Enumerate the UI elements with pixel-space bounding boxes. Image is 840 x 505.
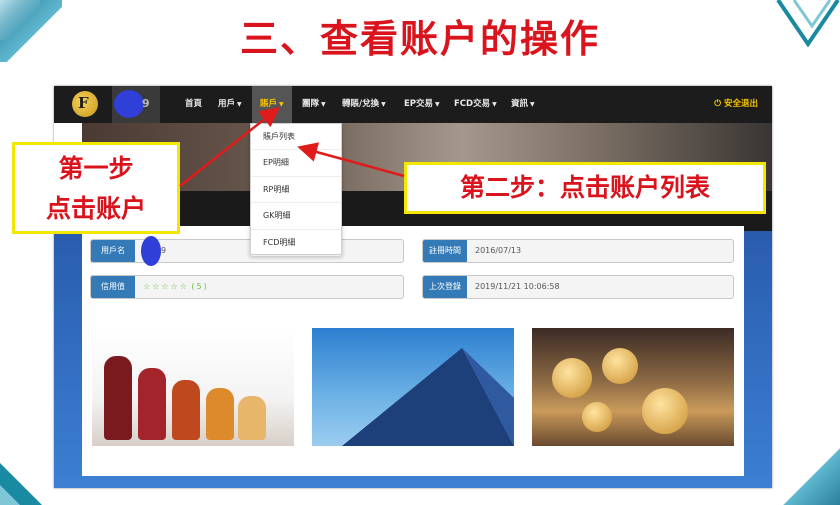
last-login-label: 上次登錄 xyxy=(423,276,467,298)
credit-label: 信用值 xyxy=(91,276,135,298)
pawn-figure xyxy=(206,388,234,440)
nav-label: EP交易 xyxy=(404,99,434,109)
logout-label: 安全退出 xyxy=(723,99,758,109)
nav-label: 賬戶 xyxy=(260,99,278,109)
credit-stars: ☆☆☆☆☆ xyxy=(143,282,189,291)
logo-mark: F xyxy=(78,94,89,112)
caret-down-icon: ▼ xyxy=(321,101,326,108)
redacted-username-mark xyxy=(141,236,161,266)
pawns-photo xyxy=(92,328,294,446)
coins-photo xyxy=(532,328,734,446)
step1-line2: 点击账户 xyxy=(45,194,146,223)
credit-value: ☆☆☆☆☆ (5) xyxy=(143,276,209,298)
register-time-value: 2016/07/13 xyxy=(475,246,522,255)
menu-item-rp-detail[interactable]: RP明細 xyxy=(251,177,341,204)
nav-user[interactable]: 用戶 ▼ xyxy=(218,86,242,123)
nav-label: FCD交易 xyxy=(454,99,491,109)
pawn-figure xyxy=(172,380,200,440)
coin-stack xyxy=(552,358,592,398)
nav-label: 資訊 xyxy=(511,99,529,109)
caret-down-icon: ▼ xyxy=(279,101,284,108)
nav-label: 用戶 xyxy=(218,99,236,109)
caret-down-icon: ▼ xyxy=(530,101,535,108)
menu-item-ep-detail[interactable]: EP明細 xyxy=(251,150,341,177)
credit-field: 信用值 ☆☆☆☆☆ (5) xyxy=(90,275,404,299)
register-time-label: 註冊時間 xyxy=(423,240,467,262)
username-label: 用戶名 xyxy=(91,240,135,262)
nav-account[interactable]: 賬戶 ▼ xyxy=(252,86,292,123)
caret-down-icon: ▼ xyxy=(435,101,440,108)
username-field: 用戶名 9 xyxy=(90,236,404,266)
caret-down-icon: ▼ xyxy=(237,101,242,108)
account-dropdown-menu: 賬戶列表 EP明細 RP明細 GK明細 FCD明細 xyxy=(250,123,342,256)
last-login-value: 2019/11/21 10:06:58 xyxy=(475,282,560,291)
last-login-field: 上次登錄 2019/11/21 10:06:58 xyxy=(422,275,734,299)
nav-fcd-trade[interactable]: FCD交易 ▼ xyxy=(454,86,497,123)
building-photo xyxy=(312,328,514,446)
nav-home[interactable]: 首頁 xyxy=(185,86,202,123)
site-logo[interactable]: F xyxy=(70,90,110,118)
step1-line1: 第一步 xyxy=(58,154,134,183)
nav-label: 團隊 xyxy=(302,99,320,109)
user-id-suffix: 9 xyxy=(142,97,150,110)
logout-link[interactable]: ⏻ 安全退出 xyxy=(714,86,758,123)
pawn-figure xyxy=(238,396,266,440)
pawn-figure xyxy=(104,356,132,440)
nav-ep-trade[interactable]: EP交易 ▼ xyxy=(404,86,440,123)
menu-item-account-list[interactable]: 賬戶列表 xyxy=(251,124,341,151)
nav-label: 首頁 xyxy=(185,99,203,109)
menu-item-gk-detail[interactable]: GK明細 xyxy=(251,203,341,230)
top-navbar: F 9 首頁 用戶 ▼ 賬戶 ▼ 團隊 ▼ 轉賬/兌換 ▼ EP交易 ▼ FCD交易 ▼ 資… xyxy=(54,86,772,123)
pawn-figure xyxy=(138,368,166,440)
coin-stack xyxy=(602,348,638,384)
credit-score: (5) xyxy=(191,282,209,291)
redacted-username-mark xyxy=(114,90,144,118)
caret-down-icon: ▼ xyxy=(492,101,497,108)
nav-news[interactable]: 資訊 ▼ xyxy=(511,86,535,123)
coin-stack xyxy=(642,388,688,434)
corner-decoration-bottom-right xyxy=(760,445,840,505)
menu-item-fcd-detail[interactable]: FCD明細 xyxy=(251,230,341,256)
nav-label: 轉賬/兌換 xyxy=(342,99,380,109)
step2-callout: 第二步：点击账户列表 xyxy=(404,162,766,214)
register-time-field: 註冊時間 2016/07/13 xyxy=(422,239,734,263)
slide-title: 三、查看账户的操作 xyxy=(239,16,600,61)
caret-down-icon: ▼ xyxy=(381,101,386,108)
glass-building-shape xyxy=(342,348,514,446)
step1-callout: 第一步 点击账户 xyxy=(12,142,180,234)
nav-transfer[interactable]: 轉賬/兌換 ▼ xyxy=(342,86,386,123)
nav-team[interactable]: 團隊 ▼ xyxy=(302,86,326,123)
username-value: 9 xyxy=(161,246,167,255)
coin-stack xyxy=(582,402,612,432)
power-icon: ⏻ xyxy=(714,99,724,109)
